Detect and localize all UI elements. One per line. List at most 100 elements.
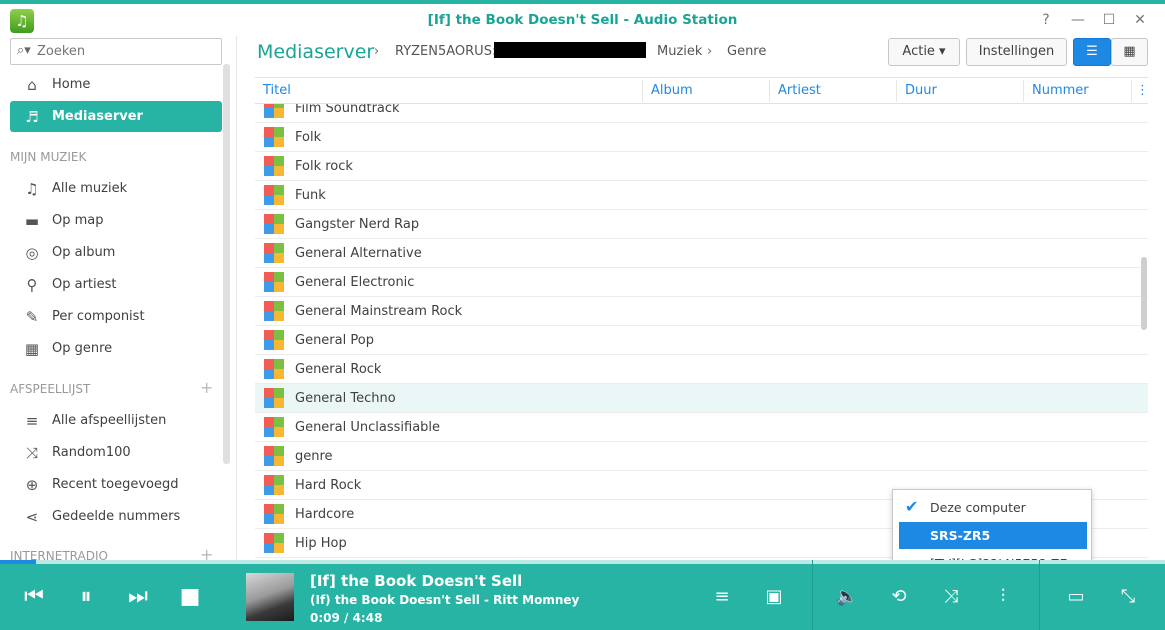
sidebar-item-by-artist[interactable]: ⚲ Op artiest — [10, 269, 222, 300]
table-row[interactable]: Gangster Nerd Rap — [255, 210, 1148, 239]
checkmark-icon: ✔ — [905, 497, 919, 516]
table-row[interactable]: Folk — [255, 123, 1148, 152]
sidebar-item-label: Home — [52, 77, 91, 92]
sidebar-item-by-album[interactable]: ◎ Op album — [10, 237, 222, 268]
breadcrumb-music[interactable]: Muziek — [657, 44, 702, 59]
table-row[interactable]: Funk — [255, 181, 1148, 210]
genre-music-icon — [264, 388, 285, 409]
maximize-icon[interactable]: ☐ — [1099, 11, 1119, 29]
close-icon[interactable]: ✕ — [1130, 11, 1150, 29]
sidebar-item-label: Alle afspeellijsten — [52, 413, 167, 428]
play-queue-icon[interactable]: ≡ — [709, 585, 735, 609]
sidebar-item-all-music[interactable]: ♫ Alle muziek — [10, 173, 222, 204]
table-row[interactable]: General Alternative — [255, 239, 1148, 268]
sidebar-item-label: Op album — [52, 245, 116, 260]
column-header-title[interactable]: Titel — [263, 83, 291, 98]
column-header-number[interactable]: Nummer — [1032, 83, 1089, 98]
sidebar-item-by-composer[interactable]: ✎ Per componist — [10, 301, 222, 332]
column-header-duration[interactable]: Duur — [905, 83, 937, 98]
divider — [1039, 560, 1040, 630]
sidebar-item-by-folder[interactable]: ▬ Op map — [10, 205, 222, 236]
home-icon: ⌂ — [27, 76, 37, 94]
microphone-icon: ⚲ — [26, 276, 38, 294]
sidebar-scrollbar[interactable] — [223, 64, 230, 464]
chevron-right-icon: › — [374, 44, 380, 59]
table-row[interactable]: General Electronic — [255, 268, 1148, 297]
section-playlist: AFSPEELLIJST — [10, 382, 91, 396]
sidebar-item-label: Alle muziek — [52, 181, 128, 196]
settings-button[interactable]: Instellingen — [966, 38, 1067, 66]
next-track-icon[interactable]: ⏭ — [123, 582, 153, 612]
previous-track-icon[interactable]: ⏮ — [19, 582, 49, 612]
sidebar-item-label: Op artiest — [52, 277, 117, 292]
breadcrumb-genre[interactable]: Genre — [727, 44, 766, 59]
sidebar-item-shared-songs[interactable]: ⋖ Gedeelde nummers — [10, 501, 222, 532]
sidebar-item-random100[interactable]: ⤨ Random100 — [10, 437, 222, 468]
genre-music-icon — [264, 243, 285, 264]
action-button[interactable]: Actie ▾ — [888, 38, 960, 66]
share-icon: ⋖ — [25, 508, 39, 526]
device-srs-zr5[interactable]: SRS-ZR5 — [899, 522, 1087, 549]
output-device-icon[interactable]: ▭ — [1063, 585, 1089, 609]
minimize-icon[interactable]: — — [1068, 11, 1088, 29]
table-row[interactable]: General Techno — [255, 384, 1148, 413]
device-this-computer[interactable]: ✔ Deze computer — [899, 494, 1087, 521]
sidebar-item-mediaserver[interactable]: ♬ Mediaserver — [10, 101, 222, 132]
table-row[interactable]: Film Soundtrack — [255, 104, 1148, 123]
genre-music-icon — [264, 301, 285, 322]
table-row[interactable]: General Unclassifiable — [255, 413, 1148, 442]
breadcrumb-mediaserver[interactable]: Mediaserver — [257, 41, 374, 63]
shuffle-icon[interactable]: ⤨ — [938, 585, 964, 609]
volume-icon[interactable]: 🔈 — [834, 585, 860, 609]
sidebar-item-all-playlists[interactable]: ≡ Alle afspeellijsten — [10, 405, 222, 436]
sidebar-item-by-genre[interactable]: ▦ Op genre — [10, 333, 222, 364]
playlist-icon: ≡ — [25, 412, 39, 430]
list-view-button[interactable]: ☰ — [1073, 38, 1111, 66]
pause-icon[interactable]: ⏸ — [71, 582, 101, 612]
window-title: [If] the Book Doesn't Sell - Audio Stati… — [427, 12, 738, 28]
search-input[interactable] — [37, 42, 217, 61]
table-row[interactable]: genre — [255, 442, 1148, 471]
help-icon[interactable]: ? — [1036, 11, 1056, 29]
folder-icon: ▬ — [24, 212, 40, 230]
stop-icon[interactable]: ■ — [175, 582, 205, 612]
breadcrumb-server[interactable]: RYZEN5AORUS: — [395, 44, 496, 59]
sidebar-item-home[interactable]: ⌂ Home — [10, 69, 222, 100]
redacted-block — [494, 42, 646, 58]
section-my-music: MIJN MUZIEK — [10, 150, 87, 164]
table-row[interactable]: General Pop — [255, 326, 1148, 355]
progress-bar[interactable] — [0, 560, 1165, 564]
table-row[interactable]: General Mainstream Rock — [255, 297, 1148, 326]
genre-music-icon — [264, 104, 285, 119]
table-row[interactable]: General Rock — [255, 355, 1148, 384]
grid-view-button[interactable]: ▦ — [1111, 38, 1148, 66]
add-radio-icon[interactable]: + — [200, 545, 213, 560]
genre-music-icon — [264, 504, 285, 525]
device-label: SRS-ZR5 — [930, 528, 991, 543]
column-header-album[interactable]: Album — [651, 83, 693, 98]
repeat-icon[interactable]: ⟲ — [886, 585, 912, 609]
divider — [812, 560, 813, 630]
equalizer-icon[interactable]: ⫶ — [990, 585, 1016, 609]
table-header: Titel Album Artiest Duur Nummer ⋮ — [255, 77, 1148, 104]
add-playlist-icon[interactable]: + — [200, 378, 213, 397]
genre-title: General Electronic — [295, 275, 415, 290]
music-note-icon: ♫ — [25, 180, 39, 198]
column-divider — [1131, 80, 1132, 102]
genre-music-icon — [264, 475, 285, 496]
column-menu-icon[interactable]: ⋮ — [1136, 83, 1148, 98]
genre-music-icon — [264, 185, 285, 206]
genre-title: General Alternative — [295, 246, 422, 261]
table-scrollbar[interactable] — [1141, 257, 1147, 330]
mini-player-icon[interactable]: ⤡ — [1115, 585, 1141, 609]
search-icon: ⌕▾ — [17, 43, 31, 58]
search-box[interactable]: ⌕▾ — [10, 38, 222, 65]
list-view-icon: ☰ — [1086, 44, 1098, 59]
sidebar-item-recently-added[interactable]: ⊕ Recent toegevoegd — [10, 469, 222, 500]
sidebar-item-label: Per componist — [52, 309, 145, 324]
genre-music-icon — [264, 359, 285, 380]
lyrics-icon[interactable]: ▣ — [761, 585, 787, 609]
column-header-artist[interactable]: Artiest — [778, 83, 821, 98]
genre-title: Funk — [295, 188, 326, 203]
table-row[interactable]: Folk rock — [255, 152, 1148, 181]
